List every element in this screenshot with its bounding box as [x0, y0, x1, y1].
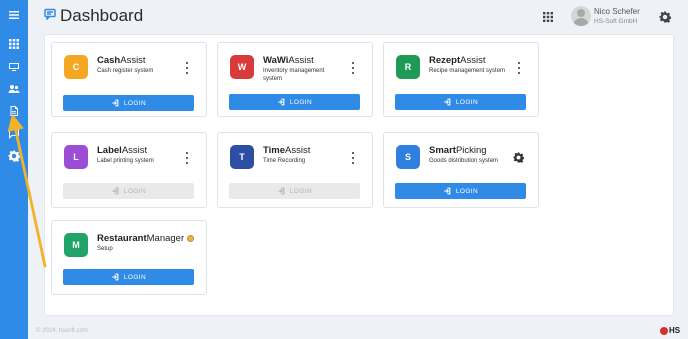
dashboard-chat-icon	[44, 7, 56, 25]
more-vert-icon[interactable]	[184, 62, 190, 74]
login-icon	[278, 187, 285, 195]
app-card: M RestaurantManager Setup LOGIN	[51, 220, 207, 295]
login-button[interactable]: LOGIN	[395, 94, 526, 110]
login-icon	[112, 187, 119, 195]
app-logo-icon: M	[64, 233, 88, 257]
hs-logo: HS	[660, 326, 680, 335]
login-button[interactable]: LOGIN	[63, 95, 194, 111]
app-description: Cash register system	[97, 68, 154, 74]
app-logo-letter: S	[404, 152, 411, 162]
gear-icon[interactable]	[659, 10, 672, 28]
app-title-bold: Label	[97, 145, 122, 156]
login-button[interactable]: LOGIN	[395, 183, 526, 199]
app-title-rest: Picking	[455, 145, 487, 156]
app-title-rest: Assist	[121, 145, 148, 156]
app-card: R RezeptAssist Recipe management system LOG…	[383, 42, 539, 117]
menu-icon[interactable]	[4, 6, 24, 24]
app-logo-letter: L	[73, 152, 79, 162]
avatar[interactable]	[571, 6, 591, 26]
app-title: TimeAssist	[263, 145, 310, 156]
app-title-bold: Cash	[97, 55, 121, 66]
app-logo-letter: R	[404, 62, 412, 72]
app-logo-letter: C	[72, 62, 80, 72]
app-logo-letter: M	[72, 240, 80, 250]
app-card: W WaWiAssist Inventory management system LO…	[217, 42, 373, 117]
page-title: Dashboard	[60, 6, 144, 25]
login-button[interactable]: LOGIN	[63, 183, 194, 199]
login-icon	[112, 273, 119, 281]
more-vert-icon[interactable]	[350, 62, 356, 74]
sidebar	[0, 0, 28, 339]
apps-launcher-icon[interactable]	[542, 10, 554, 28]
app-title: SmartPicking	[429, 145, 487, 156]
hs-logo-text: HS	[669, 326, 681, 335]
app-title: CashAssist	[97, 55, 146, 66]
login-label: LOGIN	[289, 98, 313, 106]
app-card: L LabelAssist Label printing system LOGIN	[51, 132, 207, 208]
top-bar: Dashboard Nico Schefer HS-Soft GmbH	[28, 0, 688, 34]
app-logo-letter: W	[237, 62, 247, 72]
more-vert-icon[interactable]	[184, 152, 190, 164]
app-card: T TimeAssist Time Recording LOGIN	[217, 132, 373, 208]
login-label: LOGIN	[455, 98, 479, 106]
login-icon	[112, 99, 119, 107]
users-icon[interactable]	[4, 80, 24, 98]
app-title: RezeptAssist	[429, 55, 486, 66]
app-logo-icon: L	[64, 145, 88, 169]
app-title-rest: Assist	[460, 55, 486, 66]
settings-icon[interactable]	[4, 147, 24, 165]
login-label: LOGIN	[123, 99, 147, 107]
app-description: Inventory management system	[263, 68, 325, 82]
login-label: LOGIN	[123, 187, 147, 195]
app-card: S SmartPicking Goods distribution system LO…	[383, 132, 539, 208]
app-title-bold: Rezept	[429, 55, 461, 66]
gear-icon[interactable]	[513, 150, 525, 168]
user-name: Nico Schefer	[594, 7, 640, 16]
app-description: Recipe management system	[429, 68, 506, 74]
app-title-rest: Assist	[120, 55, 146, 66]
app-title-bold: Restaurant	[97, 233, 147, 244]
app-logo-icon: C	[64, 55, 88, 79]
login-label: LOGIN	[123, 273, 147, 281]
app-title-rest: Manager	[146, 233, 185, 244]
login-label: LOGIN	[455, 187, 479, 195]
apps-grid-icon[interactable]	[4, 35, 24, 53]
app-logo-icon: T	[230, 145, 254, 169]
app-title-rest: Assist	[285, 145, 311, 156]
app-logo-icon: S	[396, 145, 420, 169]
user-company: HS-Soft GmbH	[594, 18, 638, 25]
app-title: RestaurantManager	[97, 233, 184, 244]
app-logo-icon: R	[396, 55, 420, 79]
page-header: Dashboard	[44, 6, 143, 26]
app-title: LabelAssist	[97, 145, 147, 156]
chat-icon[interactable]	[4, 125, 24, 143]
app-description: Label printing system	[97, 158, 154, 164]
app-logo-icon: W	[230, 55, 254, 79]
app-title-rest: Assist	[288, 55, 314, 66]
login-button[interactable]: LOGIN	[229, 183, 360, 199]
app-logo-letter: T	[239, 152, 245, 162]
login-label: LOGIN	[289, 187, 313, 195]
app-title-bold: WaWi	[263, 55, 289, 66]
footer-copyright: © 2024, hssoft.com	[36, 328, 88, 334]
login-button[interactable]: LOGIN	[229, 94, 360, 110]
login-button[interactable]: LOGIN	[63, 269, 194, 285]
monitor-icon[interactable]	[4, 58, 24, 76]
app-title: WaWiAssist	[263, 55, 314, 66]
status-badge-icon	[187, 235, 194, 242]
login-icon	[444, 98, 451, 106]
hs-logo-mark	[660, 326, 668, 335]
app-description: Time Recording	[263, 158, 306, 164]
login-icon	[278, 98, 285, 106]
more-vert-icon[interactable]	[516, 62, 522, 74]
app-title-bold: Smart	[429, 145, 456, 156]
app-title-bold: Time	[263, 145, 286, 156]
app-card: C CashAssist Cash register system LOGIN	[51, 42, 207, 117]
app-description: Goods distribution system	[429, 158, 499, 164]
login-icon	[444, 187, 451, 195]
more-vert-icon[interactable]	[350, 152, 356, 164]
app-description: Setup	[97, 246, 113, 252]
document-icon[interactable]	[4, 102, 24, 120]
